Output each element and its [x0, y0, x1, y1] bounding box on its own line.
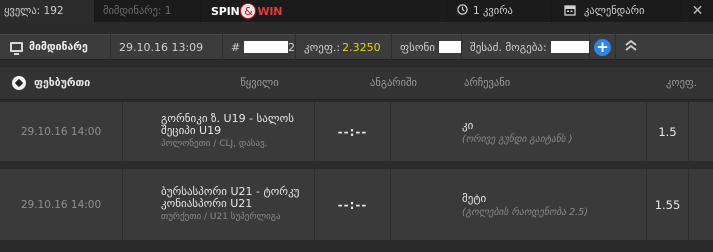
chevrons-up-icon — [624, 39, 638, 55]
bet-slip-bar: მიმდინარე 29.10.16 13:09 # 2 კოეფ.: 2.32… — [0, 34, 713, 60]
column-header-odds: კოეფ. — [666, 77, 697, 89]
pick-detail: (ორივე გუნდი გაიტანს ) — [462, 133, 573, 145]
score-value: --:-- — [337, 197, 368, 212]
slip-date: 29.10.16 13:09 — [110, 34, 222, 60]
slip-stake: ფსონი — [391, 34, 461, 60]
tab-all-label: ყველა: 192 — [4, 5, 64, 17]
calendar-icon — [564, 4, 576, 19]
pick-value: კი — [462, 118, 474, 132]
slip-id: # 2 — [222, 34, 295, 60]
tab-live-label: მიმდინარე: 1 — [103, 5, 172, 17]
row-end-cell — [688, 169, 713, 240]
slip-stake-label: ფსონი — [400, 40, 435, 54]
row-end-cell — [688, 102, 713, 161]
live-bets-button[interactable]: მიმდინარე — [0, 34, 110, 60]
odds-value: 1.55 — [654, 197, 681, 212]
pick-value: მეტი — [462, 191, 487, 205]
slip-total-odds: კოეფ.: 2.3250 — [295, 34, 391, 60]
row-odds: 1.55 — [646, 169, 688, 240]
row-date-value: 29.10.16 14:00 — [20, 125, 102, 138]
event-league: თურქეთი / U21 სუპერლიგა — [161, 212, 281, 222]
slip-odds-label: კოეფ.: — [304, 40, 341, 54]
sport-label: ფეხბურთი — [34, 77, 91, 89]
column-header-pick: არჩევანი — [464, 77, 511, 89]
table-row[interactable]: 29.10.16 14:00 გორნიკი ზ. U19 - სალოს შე… — [0, 101, 713, 161]
slip-odds-value: 2.3250 — [342, 40, 381, 54]
tab-calendar-label: კალენდარი — [584, 5, 645, 17]
add-button[interactable]: + — [589, 34, 615, 60]
event-name: ბურსასპორი U21 - ტორკუ კონიასპორი U21 — [161, 185, 300, 210]
slip-id-prefix: # — [231, 40, 241, 54]
column-header-score: ანგარიში — [370, 77, 417, 89]
top-bar-spacer — [294, 0, 446, 22]
pick-detail: (გოლების რაოდენობა 2.5) — [462, 206, 588, 218]
table-row[interactable]: 29.10.16 14:00 ბურსასპორი U21 - ტორკუ კო… — [0, 168, 713, 240]
monitor-icon — [10, 42, 23, 55]
score-value: --:-- — [337, 124, 368, 139]
spin-text: SPIN — [211, 4, 240, 18]
soccer-ball-icon — [12, 76, 26, 90]
close-icon: ✕ — [691, 3, 704, 19]
slip-id-redacted — [244, 41, 288, 53]
plus-icon: + — [594, 38, 611, 56]
tab-week-label: 1 კვირა — [473, 5, 513, 17]
row-score: --:-- — [314, 102, 390, 161]
row-event: ბურსასპორი U21 - ტორკუ კონიასპორი U21 თუ… — [122, 169, 314, 240]
sport-header: ფეხბურთი — [0, 76, 188, 90]
row-date-value: 29.10.16 14:00 — [20, 198, 102, 211]
close-button[interactable]: ✕ — [681, 0, 713, 22]
odds-value: 1.5 — [658, 124, 677, 139]
slip-win-label: შესაძ. მოგება: — [470, 40, 547, 54]
row-score: --:-- — [314, 169, 390, 240]
row-pick: მეტი (გოლების რაოდენობა 2.5) — [390, 169, 646, 240]
spin-amp: & — [240, 3, 257, 19]
tab-all[interactable]: ყველა: 192 — [0, 0, 94, 22]
event-league: პოლონეთი / CLJ, დასავ. — [161, 139, 268, 149]
row-date: 29.10.16 14:00 — [0, 169, 122, 240]
bets-table-header: ფეხბურთი წყვილი ანგარიში არჩევანი კოეფ. — [0, 67, 713, 100]
top-tab-bar: ყველა: 192 მიმდინარე: 1 SPIN & WIN 1 კვი… — [0, 0, 713, 22]
slip-possible-win: შესაძ. მოგება: — [461, 34, 589, 60]
live-bets-label: მიმდინარე — [29, 41, 88, 53]
slip-stake-redacted — [438, 41, 461, 53]
slip-date-value: 29.10.16 13:09 — [119, 40, 204, 54]
event-name: გორნიკი ზ. U19 - სალოს შეციპი U19 — [161, 112, 294, 137]
row-event: გორნიკი ზ. U19 - სალოს შეციპი U19 პოლონე… — [122, 102, 314, 161]
win-text: WIN — [257, 4, 283, 18]
row-pick: კი (ორივე გუნდი გაიტანს ) — [390, 102, 646, 161]
slip-win-redacted — [550, 41, 589, 53]
tab-live[interactable]: მიმდინარე: 1 — [94, 0, 200, 22]
collapse-button[interactable] — [615, 34, 645, 60]
clock-icon — [457, 4, 468, 18]
row-date: 29.10.16 14:00 — [0, 102, 122, 161]
spin-and-win-logo[interactable]: SPIN & WIN — [200, 0, 294, 22]
slip-id-suffix: 2 — [288, 40, 295, 54]
tab-calendar[interactable]: კალენდარი — [551, 0, 681, 22]
row-odds: 1.5 — [646, 102, 688, 161]
column-header-event: წყვილი — [240, 77, 279, 89]
tab-week[interactable]: 1 კვირა — [446, 0, 551, 22]
